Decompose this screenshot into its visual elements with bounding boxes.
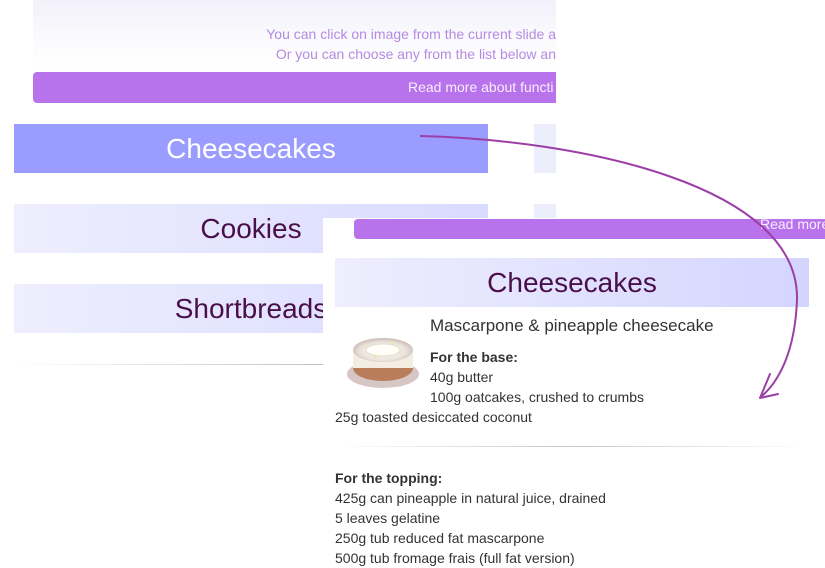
ingredient-item: 250g tub reduced fat mascarpone	[335, 530, 545, 546]
base-heading: For the base:	[430, 349, 518, 365]
ingredient-item: 25g toasted desiccated coconut	[335, 409, 532, 425]
ingredient-item: 40g butter	[430, 369, 494, 385]
category-column-edge	[534, 204, 556, 218]
ingredient-item: 5 leaves gelatine	[335, 510, 441, 526]
read-more-button[interactable]: Read more abo	[354, 219, 825, 239]
topping-heading: For the topping:	[335, 470, 443, 486]
category-column-edge	[534, 124, 556, 173]
recipe-detail-panel: Read more abo Cheesecakes Mascarpone & p…	[323, 218, 825, 566]
ingredient-item: 500g tub fromage frais (full fat version…	[335, 550, 575, 566]
recipe-title: Mascarpone & pineapple cheesecake	[430, 316, 714, 335]
intro-line-2: Or you can choose any from the list belo…	[275, 46, 556, 62]
category-title: Cheesecakes	[335, 258, 809, 307]
divider	[335, 446, 809, 447]
ingredient-item: 425g can pineapple in natural juice, dra…	[335, 490, 606, 506]
divider	[14, 364, 344, 365]
read-more-button[interactable]: Read more about functi	[33, 72, 556, 103]
intro-line-1: You can click on image from the current …	[266, 26, 556, 42]
category-cheesecakes[interactable]: Cheesecakes	[14, 124, 488, 173]
ingredient-item: 100g oatcakes, crushed to crumbs	[430, 389, 645, 405]
cheesecake-thumbnail[interactable]	[345, 328, 421, 392]
slide-intro-area: You can click on image from the current …	[33, 0, 556, 70]
intro-text: You can click on image from the current …	[266, 24, 556, 64]
